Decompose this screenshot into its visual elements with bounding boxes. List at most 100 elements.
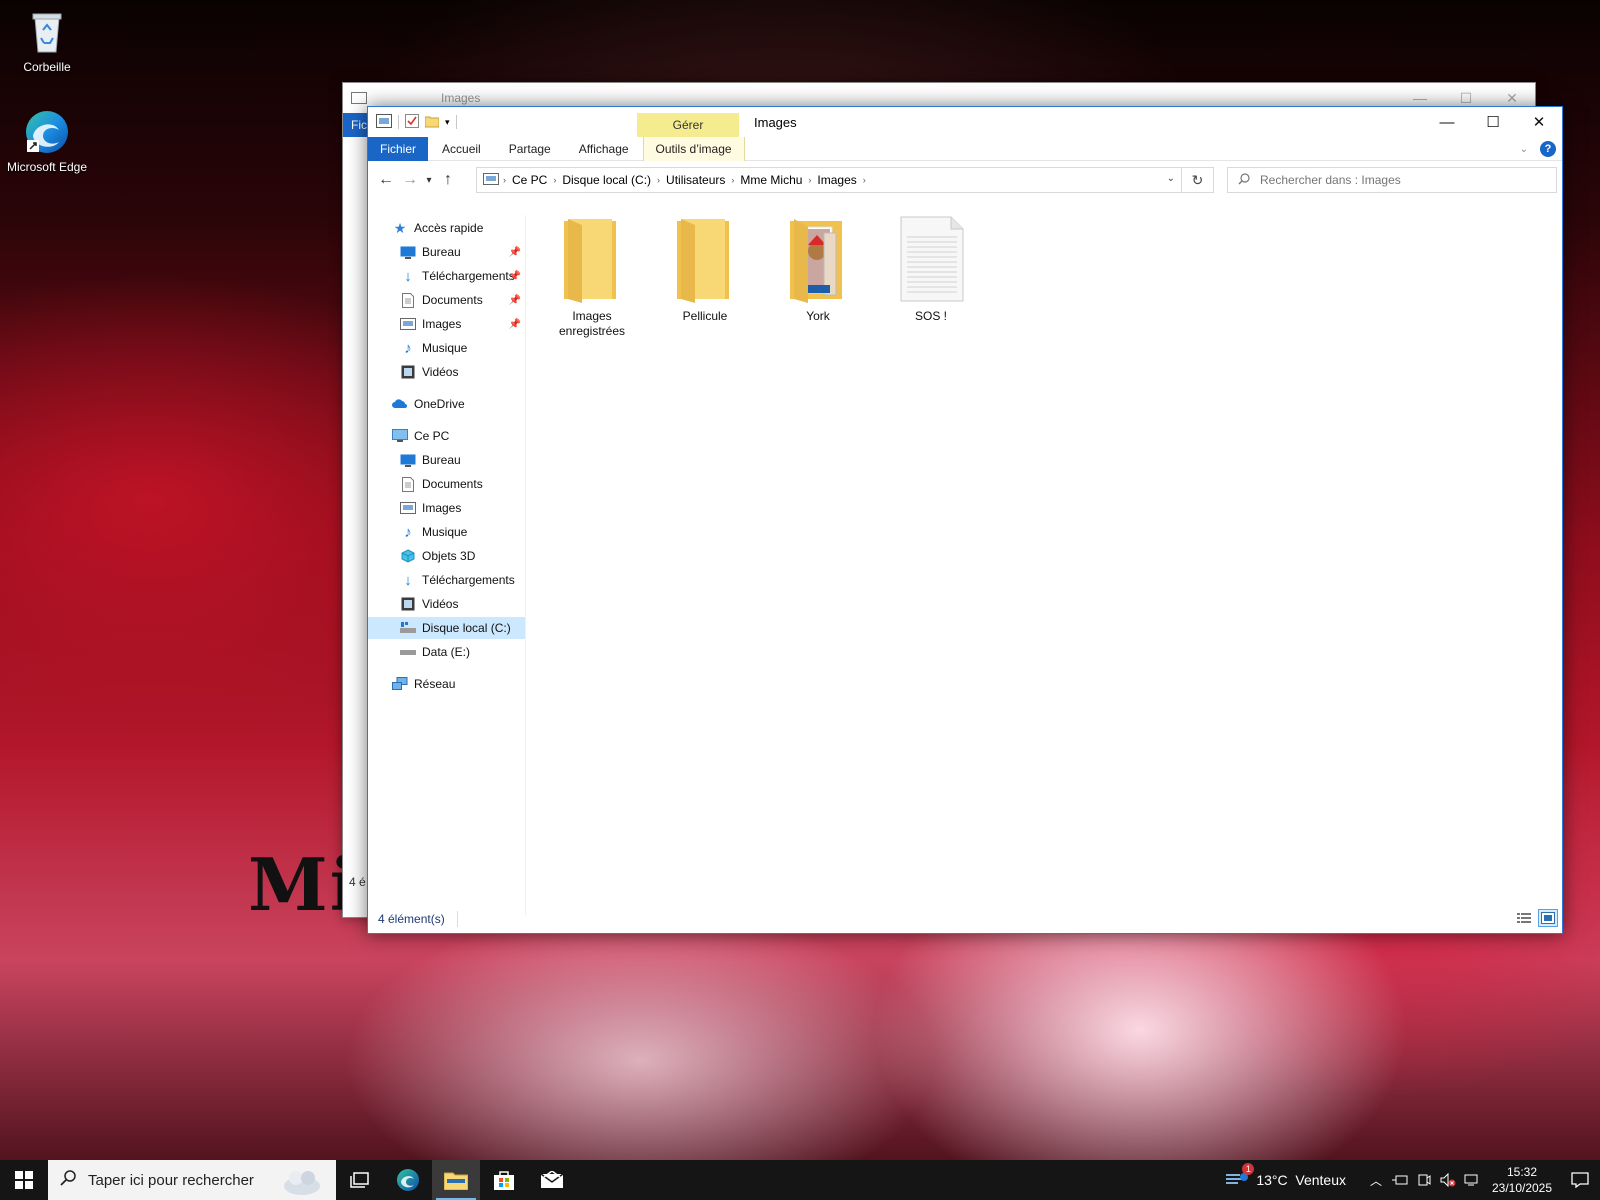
pin-icon: 📌 — [508, 318, 521, 330]
taskbar-edge[interactable] — [384, 1160, 432, 1200]
sidebar-item-pc-pictures[interactable]: Images — [368, 497, 525, 519]
item-name: Pellicule — [682, 309, 728, 323]
background-window-title: Images — [441, 91, 481, 105]
taskbar-search[interactable]: Taper ici pour rechercher — [48, 1160, 336, 1200]
minimize-button[interactable]: — — [1424, 107, 1470, 137]
sidebar-item-documents[interactable]: Documents 📌 — [368, 289, 525, 311]
sidebar-item-pc-music[interactable]: ♪ Musique — [368, 521, 525, 543]
pictures-icon — [400, 316, 416, 332]
drive-icon — [400, 620, 416, 636]
sidebar-item-music[interactable]: ♪ Musique — [368, 337, 525, 359]
new-folder-icon[interactable] — [424, 114, 440, 131]
desktop-icon-recycle-bin[interactable]: Corbeille — [1, 8, 93, 74]
up-arrow-icon[interactable]: ↑ — [436, 168, 460, 192]
sidebar-item-desktop[interactable]: Bureau 📌 — [368, 241, 525, 263]
sidebar-item-network[interactable]: Réseau — [368, 673, 525, 695]
folder-item[interactable]: Pellicule — [651, 215, 759, 324]
sidebar-item-label: Documents — [422, 293, 483, 307]
sidebar-item-pc-videos[interactable]: Vidéos — [368, 593, 525, 615]
tab-file[interactable]: Fichier — [368, 136, 429, 161]
expand-ribbon-icon[interactable]: ⌄ — [1520, 144, 1528, 155]
edge-icon — [23, 108, 71, 156]
task-view-icon — [350, 1172, 369, 1188]
sidebar-item-quick-access[interactable]: ★ Accès rapide — [368, 217, 525, 239]
tab-picture-tools[interactable]: Outils d’image — [642, 136, 745, 161]
pictures-icon — [400, 500, 416, 516]
music-icon: ♪ — [404, 523, 412, 541]
tab-share[interactable]: Partage — [495, 137, 565, 161]
network-icon — [392, 676, 408, 692]
back-arrow-icon[interactable]: ← — [374, 168, 398, 192]
details-view-icon[interactable] — [1514, 909, 1534, 927]
chevron-up-icon[interactable]: ︿ — [1364, 1172, 1388, 1189]
weather-widget[interactable]: 1 13°C Venteux — [1226, 1162, 1364, 1190]
folder-item[interactable]: York — [764, 215, 872, 324]
start-button[interactable] — [0, 1160, 48, 1200]
sidebar-item-videos[interactable]: Vidéos — [368, 361, 525, 383]
sidebar-item-data-drive[interactable]: Data (E:) — [368, 641, 525, 663]
search-box[interactable] — [1227, 167, 1557, 193]
task-view-button[interactable] — [336, 1160, 384, 1200]
close-button[interactable]: ✕ — [1516, 107, 1562, 137]
customize-quick-access-icon[interactable]: ▾ — [445, 117, 450, 128]
breadcrumb-images[interactable]: Images — [811, 173, 862, 187]
address-bar[interactable]: › Ce PC › Disque local (C:) › Utilisateu… — [476, 167, 1182, 193]
document-icon — [400, 292, 416, 308]
sidebar-item-downloads[interactable]: ↓ Téléchargements 📌 — [368, 265, 525, 287]
status-bar: 4 élément(s) — [368, 905, 1562, 933]
forward-arrow-icon[interactable]: → — [398, 168, 422, 192]
breadcrumb-this-pc[interactable]: Ce PC — [506, 173, 553, 187]
sidebar-item-label: Documents — [422, 477, 483, 491]
taskbar-mail[interactable] — [528, 1160, 576, 1200]
meet-now-icon[interactable] — [1412, 1173, 1436, 1187]
address-dropdown-icon[interactable]: ⌄ — [1167, 173, 1175, 184]
folder-icon — [542, 215, 642, 303]
breadcrumb-local-disk[interactable]: Disque local (C:) — [556, 173, 657, 187]
window-title: Images — [754, 115, 797, 130]
window-titlebar[interactable]: ▾ Gérer Images — ☐ ✕ — [368, 107, 1562, 137]
taskbar-file-explorer[interactable] — [432, 1160, 480, 1200]
sidebar-item-onedrive[interactable]: OneDrive — [368, 393, 525, 415]
sidebar-item-pc-downloads[interactable]: ↓ Téléchargements — [368, 569, 525, 591]
recent-locations-icon[interactable]: ▾ — [422, 168, 436, 192]
tab-home[interactable]: Accueil — [428, 137, 495, 161]
battery-plug-icon[interactable] — [1388, 1174, 1412, 1186]
item-name: enregistrées — [558, 324, 626, 338]
sidebar-item-pictures[interactable]: Images 📌 — [368, 313, 525, 335]
network-icon[interactable] — [1460, 1173, 1484, 1187]
clock[interactable]: 15:32 23/10/2025 — [1484, 1164, 1560, 1196]
notification-center-icon[interactable] — [1560, 1172, 1600, 1188]
folder-item[interactable]: Images enregistrées — [538, 215, 646, 339]
sidebar-item-label: Téléchargements — [422, 269, 515, 283]
sidebar-item-label: Téléchargements — [422, 573, 515, 587]
large-icons-view-icon[interactable] — [1538, 909, 1558, 927]
explorer-window[interactable]: ▾ Gérer Images — ☐ ✕ Fichier Accueil Par… — [367, 106, 1563, 934]
sidebar-item-label: Disque local (C:) — [422, 621, 511, 635]
file-item[interactable]: SOS ! — [877, 215, 985, 324]
breadcrumb-users[interactable]: Utilisateurs — [660, 173, 731, 187]
properties-icon[interactable] — [405, 113, 419, 131]
chevron-right-icon: › — [862, 175, 866, 185]
refresh-button[interactable]: ↻ — [1182, 167, 1214, 193]
breadcrumb-user[interactable]: Mme Michu — [734, 173, 808, 187]
ribbon-tabs: Fichier Accueil Partage Affichage Outils… — [368, 136, 1562, 161]
speaker-muted-icon[interactable] — [1436, 1173, 1460, 1187]
drive-icon — [400, 644, 416, 660]
search-input[interactable] — [1260, 173, 1540, 187]
help-icon[interactable]: ? — [1540, 141, 1556, 157]
navigation-pane: ★ Accès rapide Bureau 📌 ↓ Téléchargement… — [368, 215, 526, 915]
sidebar-item-this-pc[interactable]: Ce PC — [368, 425, 525, 447]
taskbar-store[interactable] — [480, 1160, 528, 1200]
maximize-button[interactable]: ☐ — [1470, 107, 1516, 137]
quick-access-toolbar: ▾ — [368, 113, 457, 131]
sidebar-item-pc-3d-objects[interactable]: Objets 3D — [368, 545, 525, 567]
desktop-icon-edge[interactable]: Microsoft Edge — [1, 108, 93, 174]
sidebar-item-label: OneDrive — [414, 397, 465, 411]
download-icon: ↓ — [404, 267, 412, 285]
sidebar-item-pc-documents[interactable]: Documents — [368, 473, 525, 495]
sidebar-item-pc-desktop[interactable]: Bureau — [368, 449, 525, 471]
sidebar-item-local-disk[interactable]: Disque local (C:) — [368, 617, 525, 639]
search-icon — [60, 1170, 76, 1190]
system-tray: 1 13°C Venteux ︿ 15:32 23/10/2025 — [1226, 1160, 1600, 1200]
tab-view[interactable]: Affichage — [565, 137, 643, 161]
